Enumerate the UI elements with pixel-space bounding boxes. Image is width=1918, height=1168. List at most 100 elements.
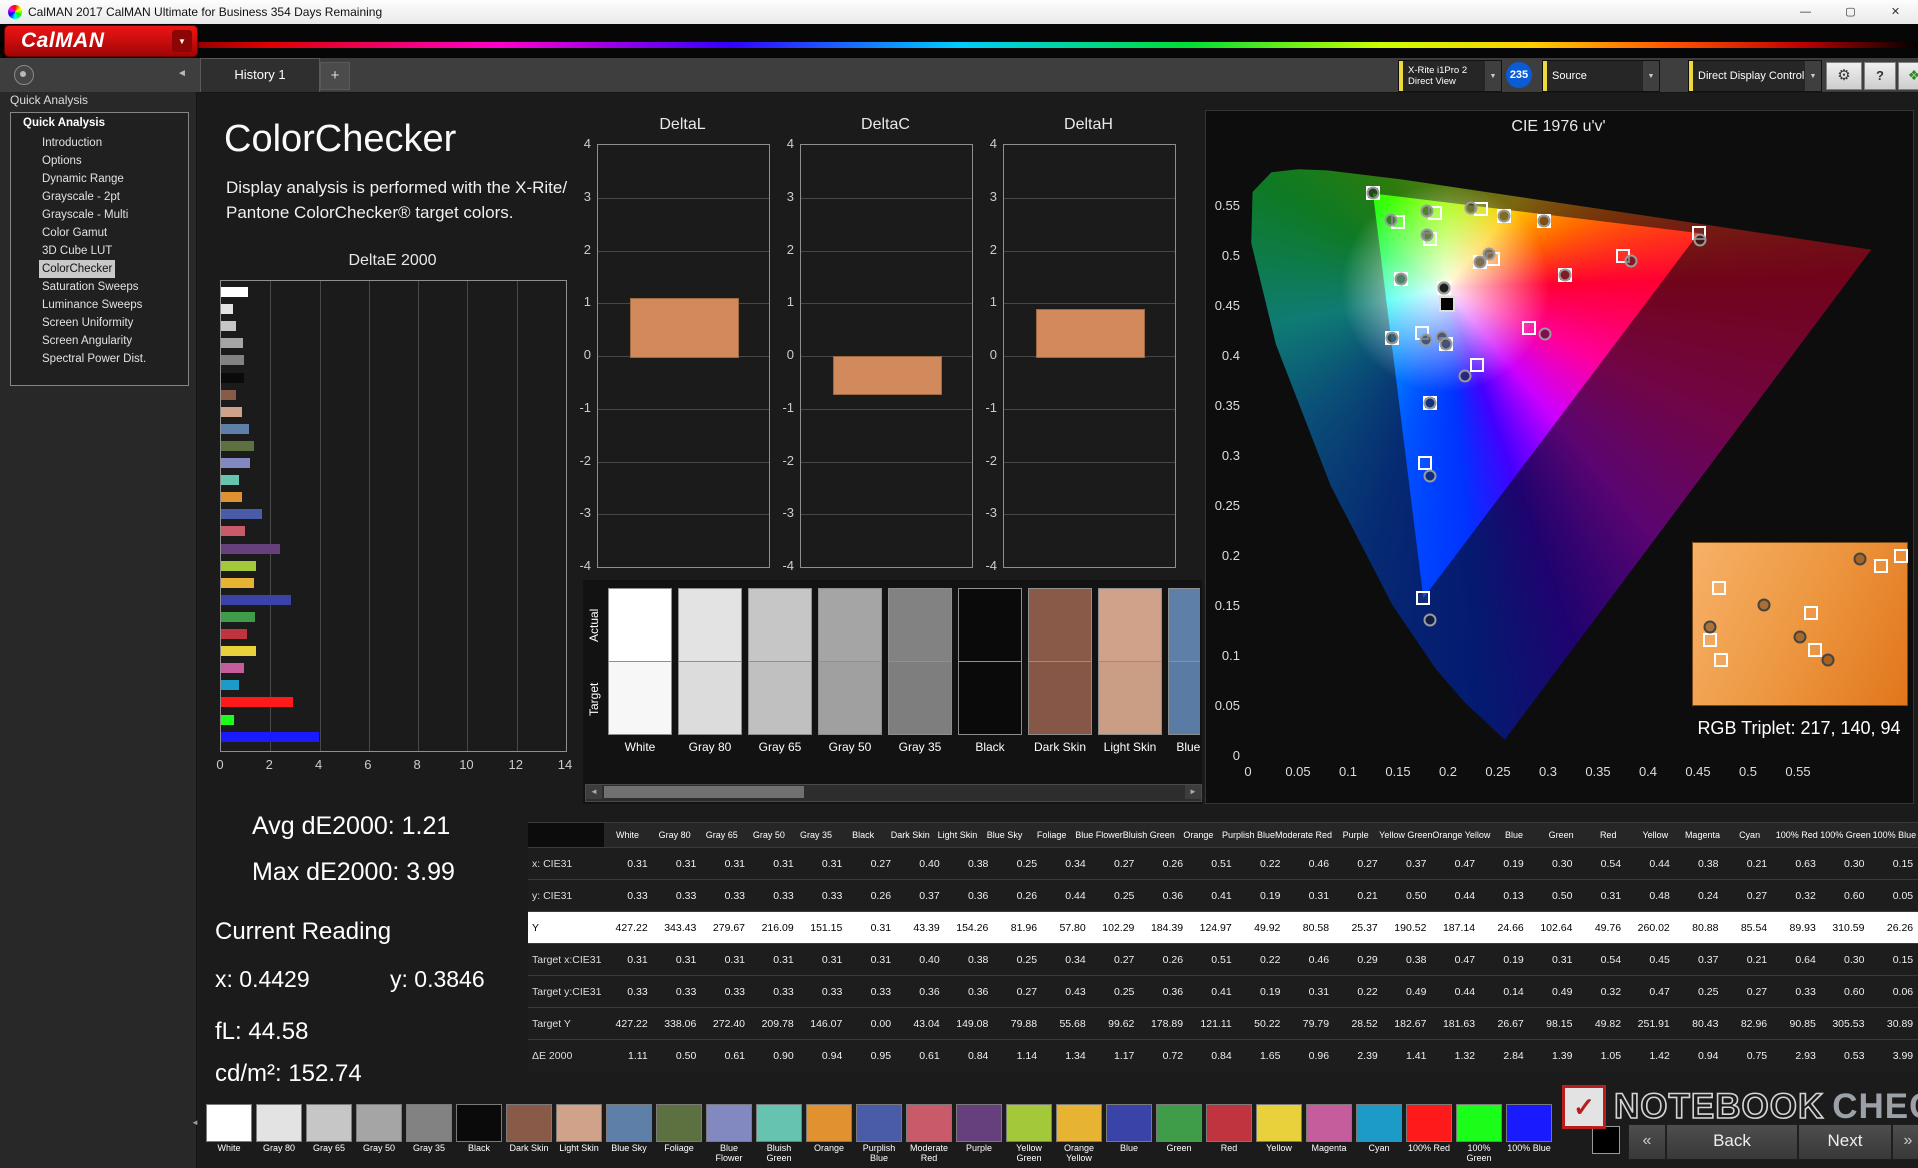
table-cell: 2.39 <box>1357 1049 1378 1062</box>
add-tab-button[interactable]: + <box>320 62 350 90</box>
patch-button-white[interactable]: White <box>206 1104 252 1166</box>
column-header-100-green: 100% Green <box>1820 830 1871 840</box>
sidebar-item-luminance-sweeps[interactable]: Luminance Sweeps <box>11 296 188 314</box>
scroll-left-icon[interactable]: ◄ <box>586 785 602 799</box>
table-cell: 0.29 <box>1357 953 1378 966</box>
sidebar-item-grayscale-2pt[interactable]: Grayscale - 2pt <box>11 188 188 206</box>
table-cell: 85.54 <box>1740 921 1768 934</box>
patch-button-purplish-blue[interactable]: Purplish Blue <box>856 1104 902 1166</box>
deltae-chart-plot <box>220 280 567 752</box>
compare-scrollbar[interactable]: ◄ ► <box>585 784 1202 802</box>
target-color-swatch <box>608 662 672 735</box>
patch-button-100-green[interactable]: 100% Green <box>1456 1104 1502 1166</box>
patch-label: Gray 65 <box>312 1143 345 1153</box>
strip-scroll-left-icon[interactable]: ◄ <box>188 1116 202 1130</box>
sidebar-item-screen-uniformity[interactable]: Screen Uniformity <box>11 314 188 332</box>
sidebar-item-options[interactable]: Options <box>11 152 188 170</box>
patch-button-blue-sky[interactable]: Blue Sky <box>606 1104 652 1166</box>
close-button[interactable]: ✕ <box>1873 0 1918 24</box>
patch-button-100-red[interactable]: 100% Red <box>1406 1104 1452 1166</box>
table-cell: 0.31 <box>675 953 697 966</box>
sidebar-item-3d-cube-lut[interactable]: 3D Cube LUT <box>11 242 188 260</box>
patch-button-blue[interactable]: Blue <box>1106 1104 1152 1166</box>
patch-button-100-blue[interactable]: 100% Blue <box>1506 1104 1552 1166</box>
delta-axis-tick-label: -2 <box>579 452 591 468</box>
deltae-bar-black <box>221 372 245 383</box>
patch-label: Purple <box>965 1143 992 1153</box>
sidebar-item-screen-angularity[interactable]: Screen Angularity <box>11 332 188 350</box>
patch-button-yellow-green[interactable]: Yellow Green <box>1006 1104 1052 1166</box>
notebookcheck-watermark: ✓ NOTEBOOK CHECK <box>1562 1084 1918 1130</box>
help-icon[interactable]: ? <box>1864 62 1896 90</box>
table-cell: 28.52 <box>1351 1017 1378 1030</box>
table-cell: 427.22 <box>615 1017 648 1030</box>
calman-logo-menu[interactable]: CalMAN ▼ <box>4 25 198 57</box>
patch-button-blue-flower[interactable]: Blue Flower <box>706 1104 752 1166</box>
patch-color-swatch <box>606 1104 652 1142</box>
sidebar-item-label: Grayscale - 2pt <box>42 191 120 203</box>
patch-button-magenta[interactable]: Magenta <box>1306 1104 1352 1166</box>
stop-button[interactable] <box>1592 1126 1620 1154</box>
patch-button-bluish-green[interactable]: Bluish Green <box>756 1104 802 1166</box>
target-color-swatch <box>678 662 742 735</box>
cie-measured-marker <box>1420 204 1434 218</box>
patch-button-yellow[interactable]: Yellow <box>1256 1104 1302 1166</box>
compare-swatch-label: Black <box>975 740 1005 754</box>
patch-button-moderate-red[interactable]: Moderate Red <box>906 1104 952 1166</box>
table-cell: 0.33 <box>821 985 843 998</box>
table-cell: 181.63 <box>1442 1017 1476 1030</box>
page-title: ColorChecker <box>224 118 457 160</box>
sidebar-item-colorchecker[interactable]: ColorChecker <box>11 260 188 278</box>
patch-button-light-skin[interactable]: Light Skin <box>556 1104 602 1166</box>
patch-button-orange[interactable]: Orange <box>806 1104 852 1166</box>
patch-button-red[interactable]: Red <box>1206 1104 1252 1166</box>
patch-button-foliage[interactable]: Foliage <box>656 1104 702 1166</box>
sidebar-item-color-gamut[interactable]: Color Gamut <box>11 224 188 242</box>
collapse-sidebar-icon[interactable]: ◄ <box>172 64 192 84</box>
deltae-bar-dark-skin <box>221 389 237 400</box>
inset-measured-marker <box>1703 620 1717 634</box>
sidebar-item-saturation-sweeps[interactable]: Saturation Sweeps <box>11 278 188 296</box>
table-cell: 0.72 <box>1162 1049 1184 1062</box>
compare-swatch-label: Gray 35 <box>898 740 942 754</box>
pattern-window-icon[interactable]: ❖ <box>1898 62 1918 90</box>
patch-button-dark-skin[interactable]: Dark Skin <box>506 1104 552 1166</box>
minimize-button[interactable]: — <box>1783 0 1828 24</box>
patch-button-gray-65[interactable]: Gray 65 <box>306 1104 352 1166</box>
patch-button-gray-50[interactable]: Gray 50 <box>356 1104 402 1166</box>
scrollbar-thumb[interactable] <box>604 786 804 798</box>
patch-button-purple[interactable]: Purple <box>956 1104 1002 1166</box>
patch-button-black[interactable]: Black <box>456 1104 502 1166</box>
patch-button-cyan[interactable]: Cyan <box>1356 1104 1402 1166</box>
sidebar-item-grayscale-multi[interactable]: Grayscale - Multi <box>11 206 188 224</box>
compare-swatch-white: White <box>608 588 672 788</box>
table-cell: 0.31 <box>821 953 843 966</box>
maximize-button[interactable]: ▢ <box>1828 0 1873 24</box>
sidebar-item-spectral-power-dist[interactable]: Spectral Power Dist. <box>11 350 188 368</box>
gear-icon[interactable]: ⚙ <box>1826 62 1862 90</box>
tab-history-1[interactable]: History 1 <box>200 58 320 92</box>
deltae-bar-gray-65 <box>221 321 237 332</box>
column-header-100-blue: 100% Blue <box>1872 830 1917 840</box>
sidebar-item-dynamic-range[interactable]: Dynamic Range <box>11 170 188 188</box>
sidebar-item-quick-analysis-root[interactable]: Quick Analysis <box>11 113 188 134</box>
patch-label: Cyan <box>1368 1143 1390 1153</box>
target-row-label: Target <box>587 682 601 716</box>
source-dropdown[interactable]: Source ▼ <box>1542 60 1660 92</box>
current-x-value: x: 0.4429 <box>215 966 310 992</box>
table-cell: 0.15 <box>1892 953 1914 966</box>
patch-button-gray-35[interactable]: Gray 35 <box>406 1104 452 1166</box>
inset-measured-marker <box>1821 653 1835 667</box>
patch-button-orange-yellow[interactable]: Orange Yellow <box>1056 1104 1102 1166</box>
table-cell: 0.53 <box>1844 1049 1865 1062</box>
patch-button-green[interactable]: Green <box>1156 1104 1202 1166</box>
patch-button-gray-80[interactable]: Gray 80 <box>256 1104 302 1166</box>
table-cell: 0.00 <box>870 1017 892 1030</box>
sidebar-item-introduction[interactable]: Introduction <box>11 134 188 152</box>
deltae-gridline <box>467 281 469 751</box>
scroll-right-icon[interactable]: ► <box>1185 785 1201 799</box>
display-control-dropdown[interactable]: Direct Display Control ▼ <box>1688 60 1822 92</box>
meter-dropdown[interactable]: X-Rite i1Pro 2 Direct View ▼ <box>1398 60 1502 92</box>
cie-measured-marker <box>1423 469 1437 483</box>
panel-options-button[interactable] <box>14 65 34 85</box>
